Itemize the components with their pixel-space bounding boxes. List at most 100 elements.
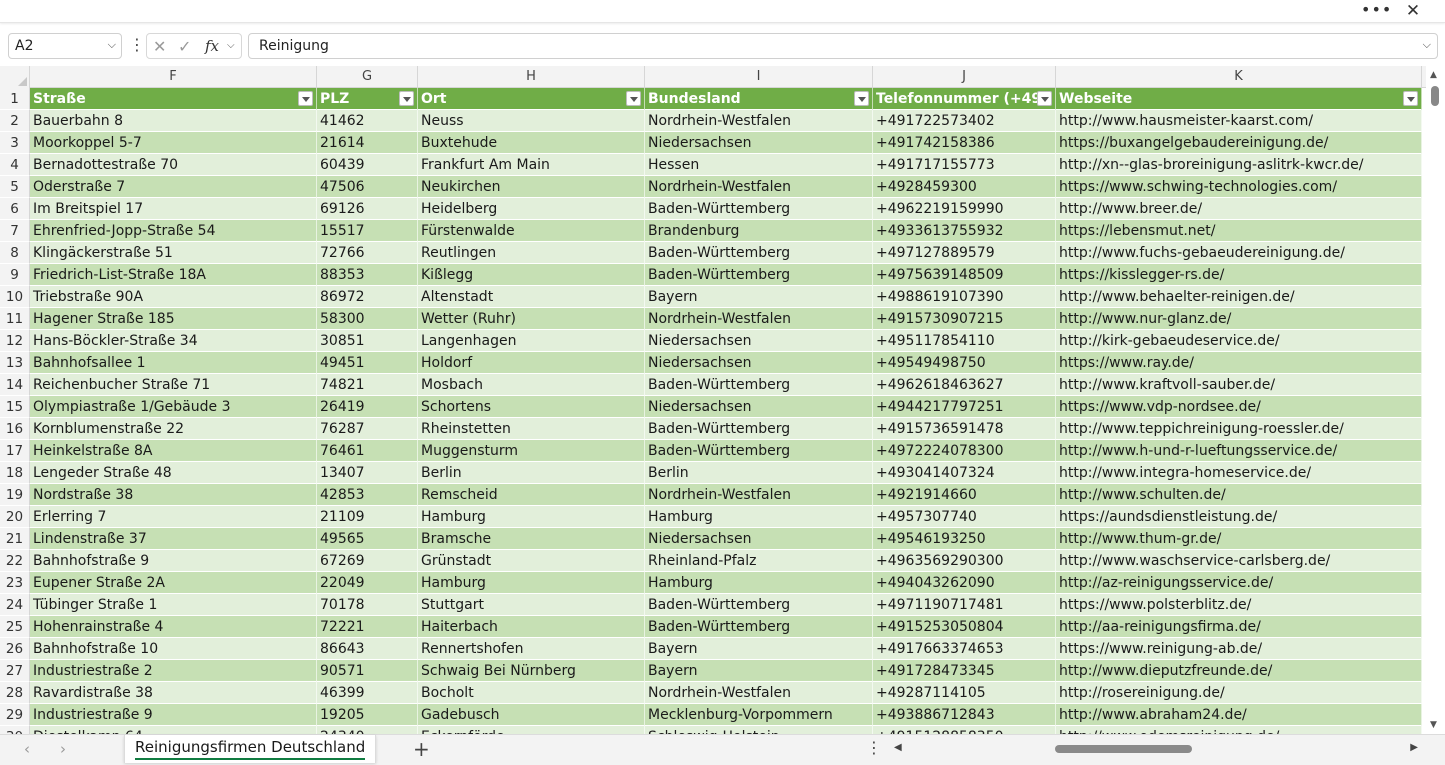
- cell[interactable]: 58300: [317, 308, 418, 330]
- cell[interactable]: Hessen: [645, 154, 873, 176]
- cell[interactable]: 72766: [317, 242, 418, 264]
- cell[interactable]: Klingäckerstraße 51: [30, 242, 317, 264]
- cell[interactable]: 22049: [317, 572, 418, 594]
- cell[interactable]: +4928459300: [873, 176, 1056, 198]
- cell[interactable]: Bahnhofsallee 1: [30, 352, 317, 374]
- row-header[interactable]: 30: [0, 726, 30, 734]
- cell[interactable]: Moorkoppel 5-7: [30, 132, 317, 154]
- cell[interactable]: Baden-Württemberg: [645, 242, 873, 264]
- cell[interactable]: Altenstadt: [418, 286, 645, 308]
- chevron-down-icon[interactable]: ⌵: [108, 38, 116, 52]
- cell[interactable]: http://aa-reinigungsfirma.de/: [1056, 616, 1422, 638]
- row-header[interactable]: 6: [0, 198, 30, 220]
- cell[interactable]: +493886712843: [873, 704, 1056, 726]
- cell[interactable]: Baden-Württemberg: [645, 616, 873, 638]
- cell[interactable]: 70178: [317, 594, 418, 616]
- cell[interactable]: Haiterbach: [418, 616, 645, 638]
- cell[interactable]: Erlerring 7: [30, 506, 317, 528]
- column-header-j[interactable]: J: [873, 66, 1056, 88]
- cell[interactable]: Fürstenwalde: [418, 220, 645, 242]
- horizontal-scrollbar[interactable]: ◀ ▶: [890, 741, 1422, 757]
- cell[interactable]: http://www.breer.de/: [1056, 198, 1422, 220]
- cell[interactable]: Ravardistraße 38: [30, 682, 317, 704]
- cell[interactable]: Holdorf: [418, 352, 645, 374]
- cell[interactable]: Reichenbucher Straße 71: [30, 374, 317, 396]
- cell[interactable]: http://www.integra-homeservice.de/: [1056, 462, 1422, 484]
- scroll-thumb[interactable]: [1055, 745, 1192, 753]
- column-header-i[interactable]: I: [645, 66, 873, 88]
- cell[interactable]: 60439: [317, 154, 418, 176]
- cell[interactable]: 46399: [317, 682, 418, 704]
- row-header[interactable]: 24: [0, 594, 30, 616]
- cell[interactable]: http://kirk-gebaeudeservice.de/: [1056, 330, 1422, 352]
- row-header[interactable]: 3: [0, 132, 30, 154]
- row-header[interactable]: 8: [0, 242, 30, 264]
- cell[interactable]: Baden-Württemberg: [645, 198, 873, 220]
- cell[interactable]: 76287: [317, 418, 418, 440]
- cell[interactable]: 41462: [317, 110, 418, 132]
- column-header-g[interactable]: G: [317, 66, 418, 88]
- cell[interactable]: Bayern: [645, 286, 873, 308]
- filter-dropdown-icon[interactable]: [1037, 91, 1052, 106]
- cell[interactable]: Baden-Württemberg: [645, 594, 873, 616]
- cell[interactable]: Remscheid: [418, 484, 645, 506]
- cell[interactable]: 88353: [317, 264, 418, 286]
- cell[interactable]: +4933613755932: [873, 220, 1056, 242]
- cell[interactable]: Frankfurt Am Main: [418, 154, 645, 176]
- cell[interactable]: Baden-Württemberg: [645, 440, 873, 462]
- cell[interactable]: Schortens: [418, 396, 645, 418]
- row-header[interactable]: 29: [0, 704, 30, 726]
- row-header[interactable]: 4: [0, 154, 30, 176]
- cell[interactable]: +4917663374653: [873, 638, 1056, 660]
- cell[interactable]: +4915736591478: [873, 418, 1056, 440]
- cell[interactable]: Hans-Böckler-Straße 34: [30, 330, 317, 352]
- cell[interactable]: Niedersachsen: [645, 528, 873, 550]
- cell[interactable]: Hamburg: [418, 572, 645, 594]
- filter-dropdown-icon[interactable]: [626, 91, 641, 106]
- cell[interactable]: https://www.schwing-technologies.com/: [1056, 176, 1422, 198]
- cell[interactable]: Bayern: [645, 638, 873, 660]
- row-header[interactable]: 18: [0, 462, 30, 484]
- row-header[interactable]: 21: [0, 528, 30, 550]
- row-header[interactable]: 22: [0, 550, 30, 572]
- cell[interactable]: Brandenburg: [645, 220, 873, 242]
- cell[interactable]: Tübinger Straße 1: [30, 594, 317, 616]
- cell[interactable]: +49287114105: [873, 682, 1056, 704]
- cell[interactable]: Triebstraße 90A: [30, 286, 317, 308]
- cell[interactable]: 74821: [317, 374, 418, 396]
- previous-sheet-icon[interactable]: ‹: [24, 740, 30, 758]
- cell[interactable]: +4921914660: [873, 484, 1056, 506]
- cell[interactable]: http://www.nur-glanz.de/: [1056, 308, 1422, 330]
- column-title-cell[interactable]: Ort: [418, 88, 645, 110]
- column-header-f[interactable]: F: [30, 66, 317, 88]
- cell[interactable]: Industriestraße 2: [30, 660, 317, 682]
- cell[interactable]: 21109: [317, 506, 418, 528]
- chevron-down-icon[interactable]: ⌵: [227, 40, 235, 51]
- cell[interactable]: Niedersachsen: [645, 330, 873, 352]
- row-header[interactable]: 10: [0, 286, 30, 308]
- next-sheet-icon[interactable]: ›: [60, 740, 66, 758]
- cell[interactable]: Bocholt: [418, 682, 645, 704]
- cell[interactable]: 21614: [317, 132, 418, 154]
- cell[interactable]: Baden-Württemberg: [645, 264, 873, 286]
- cell[interactable]: Wetter (Ruhr): [418, 308, 645, 330]
- cell[interactable]: Diestelkamp 64: [30, 726, 317, 734]
- cell[interactable]: http://az-reinigungsservice.de/: [1056, 572, 1422, 594]
- cell[interactable]: 49565: [317, 528, 418, 550]
- cell[interactable]: https://www.ray.de/: [1056, 352, 1422, 374]
- column-title-cell[interactable]: Bundesland: [645, 88, 873, 110]
- cell[interactable]: https://aundsdienstleistung.de/: [1056, 506, 1422, 528]
- cell[interactable]: 76461: [317, 440, 418, 462]
- cell[interactable]: Bahnhofstraße 10: [30, 638, 317, 660]
- cell[interactable]: Lindenstraße 37: [30, 528, 317, 550]
- cell[interactable]: Nordrhein-Westfalen: [645, 176, 873, 198]
- cell[interactable]: https://www.vdp-nordsee.de/: [1056, 396, 1422, 418]
- formula-input[interactable]: Reinigung ⌵: [248, 33, 1438, 59]
- cell[interactable]: Niedersachsen: [645, 352, 873, 374]
- cancel-icon[interactable]: ✕: [153, 37, 166, 56]
- cell[interactable]: +4915128858350: [873, 726, 1056, 734]
- cell[interactable]: Langenhagen: [418, 330, 645, 352]
- row-header[interactable]: 16: [0, 418, 30, 440]
- cell[interactable]: Nordrhein-Westfalen: [645, 484, 873, 506]
- cell[interactable]: 47506: [317, 176, 418, 198]
